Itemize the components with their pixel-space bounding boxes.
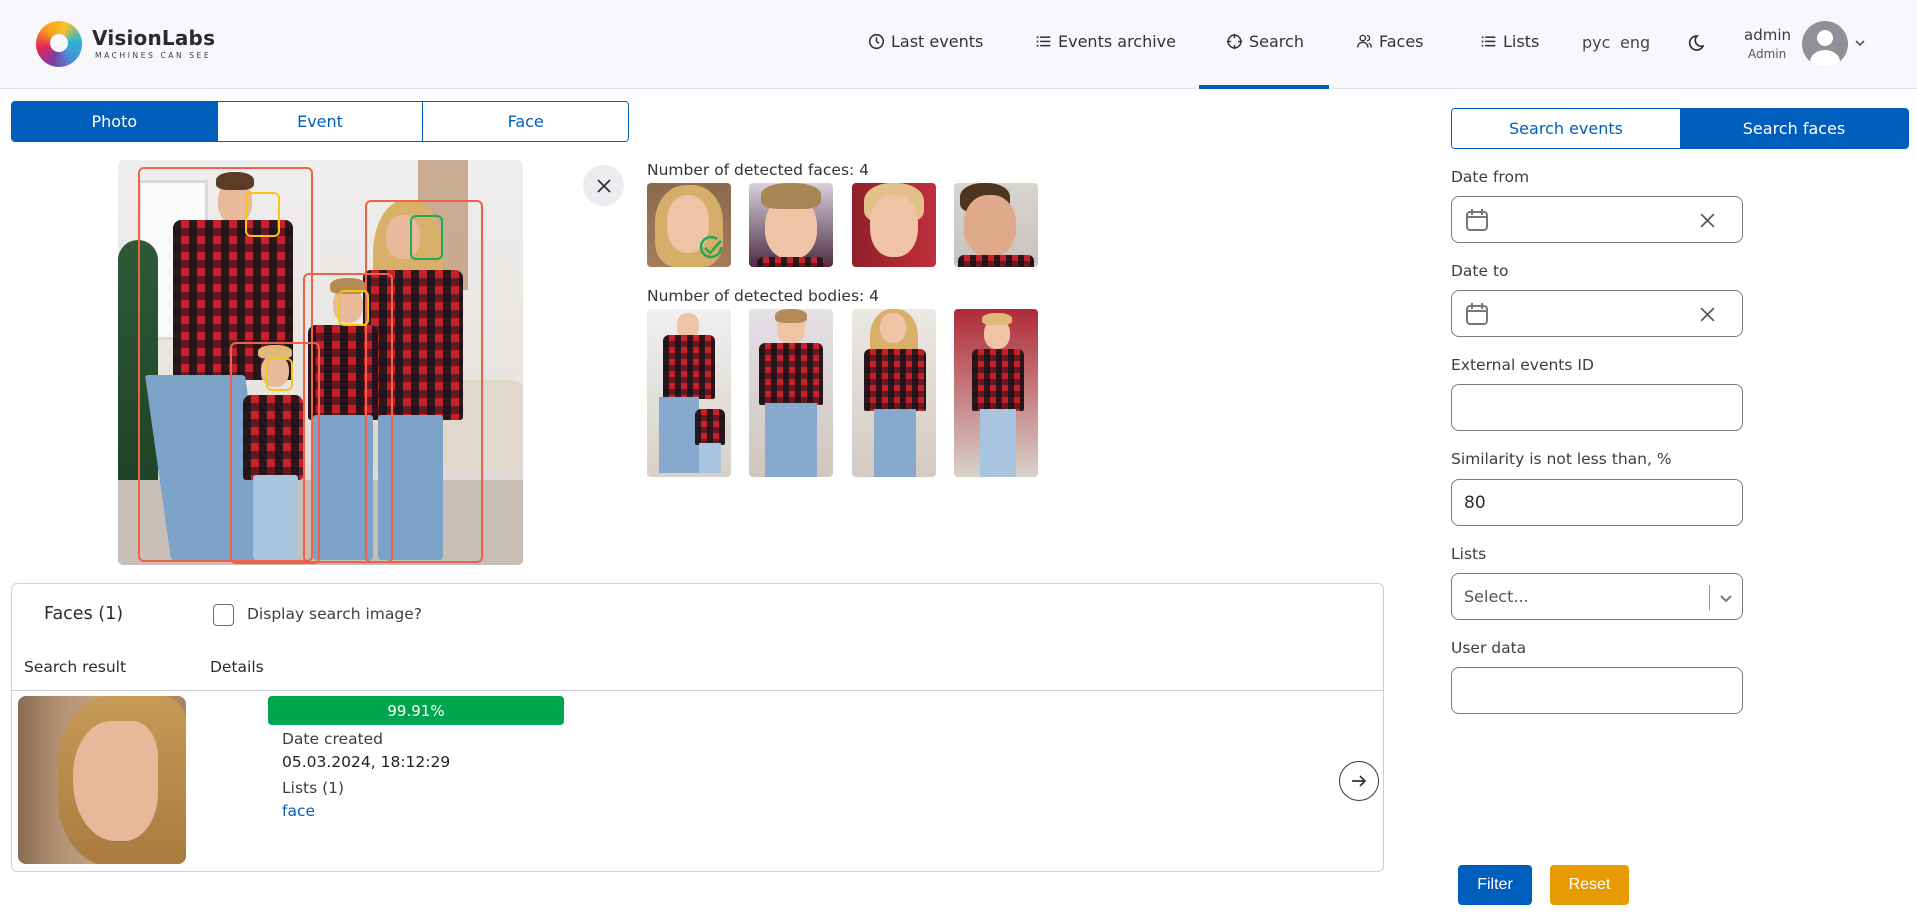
user-name[interactable]: admin [1744, 26, 1791, 44]
uploaded-photo [118, 160, 523, 565]
visionlabs-logo-icon[interactable] [36, 21, 82, 67]
results-title: Faces (1) [44, 604, 124, 624]
top-header: VisionLabs MACHINES CAN SEE Last events … [0, 0, 1917, 89]
user-data-input[interactable] [1451, 667, 1743, 714]
similarity-value: 99.91% [387, 701, 445, 720]
similarity-bar: 99.91% [268, 696, 564, 725]
select-separator [1709, 585, 1710, 610]
face-box[interactable] [245, 192, 280, 237]
external-id-label: External events ID [1451, 356, 1594, 374]
reset-button[interactable]: Reset [1550, 865, 1629, 905]
date-from-field[interactable] [1451, 196, 1743, 243]
nav-label: Search [1249, 32, 1304, 51]
tab-search-faces[interactable]: Search faces [1680, 109, 1908, 148]
avatar[interactable] [1802, 21, 1848, 67]
face-box[interactable] [338, 290, 369, 326]
check-circle-icon [699, 235, 723, 259]
result-face-image[interactable] [18, 696, 186, 864]
nav-label: Lists [1503, 32, 1540, 51]
external-id-input[interactable] [1451, 384, 1743, 431]
similarity-input[interactable]: 80 [1451, 479, 1743, 526]
results-card: Faces (1) Display search image? Search r… [11, 583, 1384, 872]
detected-body-thumb[interactable] [749, 309, 833, 477]
moon-icon[interactable] [1684, 33, 1704, 53]
open-face-button[interactable] [1339, 761, 1379, 801]
detected-face-thumb[interactable] [749, 183, 833, 267]
lang-ru[interactable]: рус [1582, 33, 1610, 52]
tab-face[interactable]: Face [423, 102, 628, 141]
clear-icon[interactable] [1699, 306, 1716, 323]
nav-last-events[interactable]: Last events [868, 32, 983, 51]
clear-photo-button[interactable] [583, 165, 624, 206]
nav-label: Faces [1379, 32, 1424, 51]
detected-body-thumb[interactable] [954, 309, 1038, 477]
brand-tagline: MACHINES CAN SEE [95, 51, 212, 60]
date-to-label: Date to [1451, 262, 1509, 280]
close-icon [596, 178, 611, 193]
lang-en[interactable]: eng [1620, 33, 1650, 52]
clock-icon [868, 33, 885, 50]
list-icon [1481, 36, 1496, 47]
tab-event[interactable]: Event [217, 102, 424, 141]
nav-events-archive[interactable]: Events archive [1035, 32, 1176, 51]
list-link[interactable]: face [282, 802, 315, 820]
face-box[interactable] [266, 358, 293, 391]
detected-face-thumb[interactable] [852, 183, 936, 267]
list-icon [1036, 36, 1051, 47]
chevron-down-icon[interactable] [1718, 590, 1734, 606]
lists-filter-label: Lists [1451, 545, 1487, 563]
chevron-down-icon[interactable] [1853, 36, 1867, 50]
crosshair-icon [1226, 33, 1243, 50]
column-details: Details [210, 658, 264, 676]
brand-name[interactable]: VisionLabs [92, 26, 215, 50]
matched-face-box[interactable] [410, 215, 443, 260]
filter-button[interactable]: Filter [1458, 865, 1532, 905]
nav-label: Events archive [1058, 32, 1176, 51]
detected-body-thumb[interactable] [852, 309, 936, 477]
lists-label: Lists (1) [282, 779, 345, 797]
detected-face-thumb[interactable] [647, 183, 731, 267]
lists-select-placeholder: Select... [1464, 587, 1529, 606]
clear-icon[interactable] [1699, 212, 1716, 229]
date-from-label: Date from [1451, 168, 1530, 186]
detected-body-thumb[interactable] [647, 309, 731, 477]
active-nav-indicator [1199, 85, 1329, 89]
search-mode-tabs: Photo Event Face [11, 101, 629, 142]
display-search-image-label[interactable]: Display search image? [247, 605, 422, 623]
date-to-field[interactable] [1451, 290, 1743, 337]
tab-photo[interactable]: Photo [12, 102, 218, 141]
detected-faces-label: Number of detected faces: 4 [647, 161, 870, 179]
date-created-label: Date created [282, 730, 384, 748]
arrow-right-icon [1352, 775, 1367, 787]
calendar-icon [1466, 208, 1488, 231]
detected-face-thumb[interactable] [954, 183, 1038, 267]
nav-label: Last events [891, 32, 984, 51]
similarity-label: Similarity is not less than, % [1451, 450, 1672, 468]
user-data-label: User data [1451, 639, 1527, 657]
nav-lists[interactable]: Lists [1480, 32, 1539, 51]
divider [12, 690, 1383, 691]
detected-bodies-label: Number of detected bodies: 4 [647, 287, 880, 305]
calendar-icon [1466, 302, 1488, 325]
lists-select[interactable]: Select... [1451, 573, 1743, 620]
users-icon [1357, 34, 1372, 48]
nav-search[interactable]: Search [1226, 32, 1304, 51]
search-type-tabs: Search events Search faces [1451, 108, 1909, 149]
column-search-result: Search result [24, 658, 127, 676]
tab-search-events[interactable]: Search events [1452, 109, 1680, 148]
display-search-image-checkbox[interactable] [213, 604, 234, 626]
user-role: Admin [1748, 47, 1787, 61]
nav-faces[interactable]: Faces [1356, 32, 1424, 51]
date-created-value: 05.03.2024, 18:12:29 [282, 753, 451, 771]
